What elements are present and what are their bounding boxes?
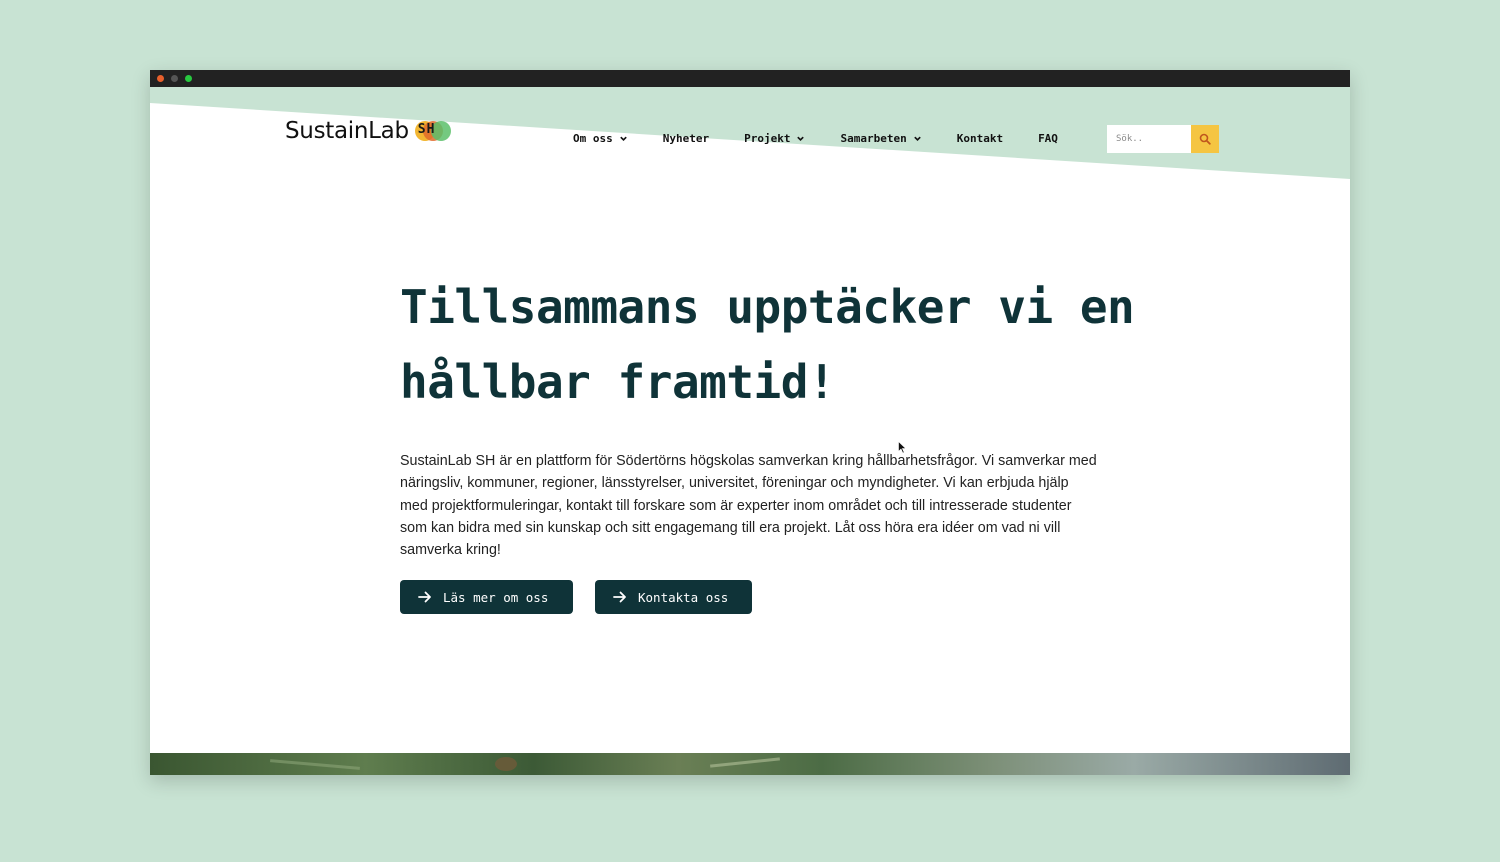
hero-description: SustainLab SH är en plattform för Södert… xyxy=(400,453,1097,559)
search-input[interactable] xyxy=(1107,125,1191,153)
site-logo[interactable]: SustainLab SH xyxy=(285,118,451,144)
nav-item-label: Nyheter xyxy=(662,132,710,145)
search-icon xyxy=(1199,133,1211,145)
nav-item-samarbeten[interactable]: Samarbeten xyxy=(840,132,921,145)
mouse-cursor-icon xyxy=(898,441,907,454)
nav-item-kontakt[interactable]: Kontakt xyxy=(957,132,1003,145)
nav-item-nyheter[interactable]: Nyheter xyxy=(663,132,709,145)
main-navigation: Om oss Nyheter Projekt Samarbeten Kontak… xyxy=(573,132,1093,145)
button-label: Kontakta oss xyxy=(638,589,729,605)
nav-item-faq[interactable]: FAQ xyxy=(1038,132,1058,145)
nav-item-projekt[interactable]: Projekt xyxy=(744,132,805,145)
nav-item-om-oss[interactable]: Om oss xyxy=(573,132,628,145)
arrow-right-icon xyxy=(613,591,626,603)
logo-mark-text: SH xyxy=(417,122,436,137)
arrow-right-icon xyxy=(418,591,431,603)
nav-item-label: Kontakt xyxy=(956,132,1004,145)
nav-item-label: FAQ xyxy=(1038,132,1058,145)
browser-window: SustainLab SH Om oss Nyheter Projekt Sam… xyxy=(150,70,1350,775)
close-window-dot[interactable] xyxy=(157,75,164,82)
button-label: Läs mer om oss xyxy=(443,589,549,605)
chevron-down-icon xyxy=(797,136,805,141)
nav-item-label: Om oss xyxy=(573,132,613,145)
minimize-window-dot[interactable] xyxy=(171,75,178,82)
search-button[interactable] xyxy=(1191,125,1219,153)
search-form xyxy=(1107,125,1219,153)
maximize-window-dot[interactable] xyxy=(185,75,192,82)
nav-item-label: Projekt xyxy=(744,132,791,145)
logo-mark-icon: SH xyxy=(414,120,451,142)
chevron-down-icon xyxy=(619,136,627,141)
hero-title: Tillsammans upptäcker vi en hållbar fram… xyxy=(400,280,1135,409)
logo-text: SustainLab xyxy=(285,118,409,144)
chevron-down-icon xyxy=(913,136,921,141)
read-more-about-us-button[interactable]: Läs mer om oss xyxy=(400,580,573,614)
contact-us-button[interactable]: Kontakta oss xyxy=(595,580,752,614)
nav-item-label: Samarbeten xyxy=(840,132,907,145)
hero-photo-strip xyxy=(150,753,1350,775)
window-titlebar xyxy=(150,70,1350,87)
